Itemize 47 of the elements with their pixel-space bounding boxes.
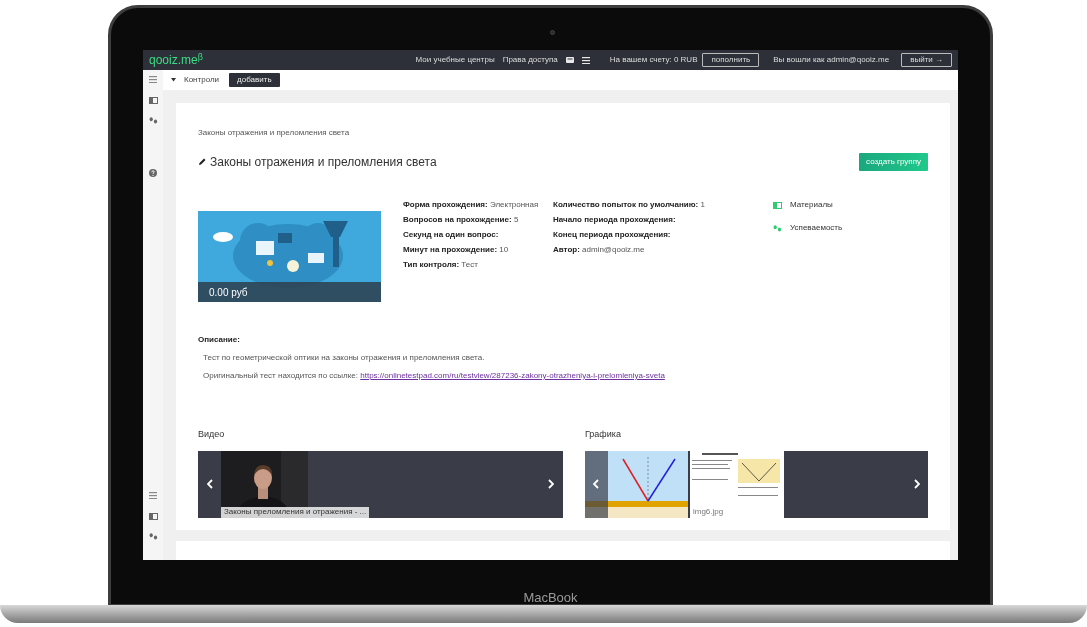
logout-button[interactable]: выйти → [901, 53, 952, 67]
detail-item: Минут на прохождение: 10 [403, 245, 510, 255]
help-icon[interactable] [149, 169, 157, 177]
description-text: Тест по геометрической оптики на законы отражения и преломления света. [203, 352, 486, 364]
detail-item: Тип контроля: Тест [403, 260, 479, 270]
panel-icon[interactable] [148, 97, 158, 104]
top-up-button[interactable]: пополнить [702, 53, 760, 67]
chevron-left-icon [206, 479, 213, 489]
side-link[interactable]: Успеваемость [790, 222, 843, 234]
user-text: Вы вошли как admin@qooiz.me [773, 54, 890, 66]
detail-item: Форма прохождения: Электронная [403, 200, 540, 210]
nav-link[interactable]: Мои учебные центры [415, 54, 495, 66]
logo[interactable]: qooiz.me$^{β}$ [149, 54, 203, 66]
image-caption: img6.jpg [692, 507, 724, 517]
page-title: Законы отражения и преломления света [210, 154, 437, 171]
description-text: Оригинальный тест находится по ссылке: https://onlinetestpad.com/ru/testview/287236-zakony-otrazheniya-i-prelomleniya-sveta [203, 370, 666, 382]
footprints-icon[interactable] [148, 533, 158, 540]
chevron-right-icon [913, 479, 920, 489]
footprints-icon[interactable] [148, 117, 158, 124]
image-caption: Законы преломления и отражения - ... [224, 507, 367, 517]
detail-item: Автор: admin@qooiz.me [553, 245, 646, 255]
detail-item: Начало периода прохождения: [553, 215, 677, 225]
caret-icon[interactable] [171, 78, 176, 82]
gallery-title: Видео [198, 428, 226, 441]
chevron-right-icon [548, 479, 555, 489]
previous-button[interactable] [584, 450, 608, 518]
detail-item: Секунд на один вопрос: [403, 230, 500, 240]
balance-text: На вашем счету: 0 RUB [609, 54, 698, 66]
source-link[interactable]: https://onlinetestpad.com/ru/testview/287236-zakony-otrazheniya-i-prelomleniya-sveta [360, 371, 665, 380]
panel-icon[interactable] [148, 513, 158, 520]
description-heading: Описание: [198, 334, 241, 346]
nav-link[interactable]: Права доступа [502, 54, 558, 66]
chevron-left-icon [593, 479, 600, 489]
detail-item: Вопросов на прохождение: 5 [403, 215, 520, 225]
chat-icon[interactable] [565, 56, 574, 64]
side-link[interactable]: Материалы [790, 199, 833, 211]
add-button[interactable]: добавить [229, 73, 280, 87]
section-label: Контроли [184, 74, 220, 86]
gallery-title: Графика [584, 428, 622, 441]
camera-icon [550, 30, 555, 35]
detail-item: Конец периода прохождения: [553, 230, 672, 240]
menu-icon[interactable] [581, 56, 590, 64]
price-label: 0.00 руб [209, 285, 248, 300]
pencil-icon[interactable] [198, 158, 206, 166]
detail-item: Количество попыток по умолчанию: 1 [553, 200, 706, 210]
breadcrumb[interactable]: Законы отражения и преломления света [198, 127, 928, 139]
device-label: MacBook [523, 589, 578, 607]
